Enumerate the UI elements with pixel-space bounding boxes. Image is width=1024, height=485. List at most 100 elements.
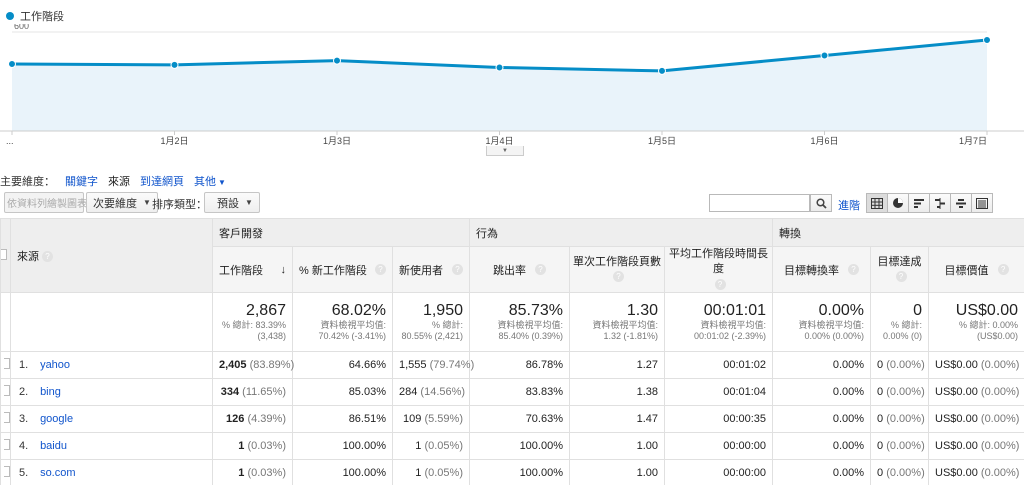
total-value: 1,950 xyxy=(422,302,463,319)
goals-pct: (0.00%) xyxy=(886,467,925,479)
row-checkbox-cell[interactable] xyxy=(0,459,11,485)
view-pivot-button[interactable] xyxy=(971,193,993,213)
source-link[interactable]: yahoo xyxy=(40,359,70,371)
plot-rows-button[interactable]: 依資料列繪製圖表 xyxy=(4,192,87,213)
header-new-users[interactable]: 新使用者? xyxy=(392,246,470,293)
conv-value: 0.00% xyxy=(832,467,865,479)
help-icon: ? xyxy=(895,271,907,283)
data-point[interactable] xyxy=(333,56,341,65)
row-checkbox-cell[interactable] xyxy=(0,351,11,379)
view-pie-button[interactable] xyxy=(887,193,909,213)
source-link[interactable]: google xyxy=(40,413,73,425)
header-goal-conversion-rate[interactable]: 目標轉換率? xyxy=(772,246,872,293)
new-users-pct: (5.59%) xyxy=(424,413,463,425)
view-performance-button[interactable] xyxy=(908,193,930,213)
goals-pct: (0.00%) xyxy=(886,359,925,371)
header-new-sessions[interactable]: % 新工作階段? xyxy=(292,246,393,293)
advanced-filter-link[interactable]: 進階 xyxy=(838,197,860,213)
header-bounce-rate-label: 跳出率 xyxy=(493,264,526,277)
conv-cell: 0.00% xyxy=(772,351,872,379)
sessions-value: 1 xyxy=(238,467,245,479)
row-checkbox-cell[interactable] xyxy=(0,405,11,433)
sessions-pct: (0.03%) xyxy=(247,440,286,452)
total-pages-per-session: 1.30 資料檢視平均值: 1.32 (-1.81%) xyxy=(569,292,665,352)
total-goal-conversion-rate: 0.00% 資料檢視平均值: 0.00% (0.00%) xyxy=(772,292,872,352)
goal-value: US$0.00 xyxy=(935,467,978,479)
sort-type-select[interactable]: 預設 ▼ xyxy=(204,192,260,213)
goal-value-pct: (0.00%) xyxy=(980,413,1020,425)
source-link[interactable]: baidu xyxy=(40,440,67,452)
group-acquisition: 客戶開發 xyxy=(212,218,470,247)
sort-type-label: 排序類型： xyxy=(152,199,207,211)
header-sessions[interactable]: 工作階段 ↓ xyxy=(212,246,293,293)
new-sessions-value: 86.51% xyxy=(348,413,386,425)
header-conv-label: 目標轉換率 xyxy=(784,264,840,277)
table-search-input[interactable] xyxy=(709,194,810,212)
data-point[interactable] xyxy=(658,66,666,75)
value-cell: US$0.00 (0.00%) xyxy=(928,432,1024,460)
total-sub: 85.40% (0.39%) xyxy=(498,331,563,341)
row-checkbox[interactable] xyxy=(4,358,10,369)
goals-pct: (0.00%) xyxy=(886,413,925,425)
dimension-source[interactable]: 來源 xyxy=(108,173,130,189)
bounce-value: 86.78% xyxy=(525,359,563,371)
dropdown-arrow-icon: ▼ xyxy=(245,198,253,207)
row-checkbox-cell[interactable] xyxy=(0,432,11,460)
header-avg-duration[interactable]: 平均工作階段時間長度? xyxy=(663,246,774,293)
total-value: US$0.00 xyxy=(955,302,1019,319)
goals-cell: 0 (0.00%) xyxy=(870,459,930,485)
view-term-cloud-button[interactable] xyxy=(950,193,972,213)
row-checkbox[interactable] xyxy=(4,439,10,450)
chart-collapse-toggle[interactable]: ▼ xyxy=(486,146,524,156)
sessions-cell: 126 (4.39%) xyxy=(212,405,293,433)
total-sub: % 總計: 83.39% xyxy=(221,320,286,330)
secondary-dimension-button[interactable]: 次要維度 ▼ xyxy=(86,192,158,213)
header-goal-completions[interactable]: 目標達成? xyxy=(870,246,930,293)
chart-legend: 工作階段 xyxy=(6,8,64,24)
x-tick-label: 1月6日 xyxy=(810,136,838,146)
dimension-landing-page[interactable]: 到達網頁 xyxy=(140,173,184,189)
row-index: 1. xyxy=(19,359,29,371)
view-comparison-button[interactable] xyxy=(929,193,951,213)
row-checkbox[interactable] xyxy=(4,412,10,423)
view-table-button[interactable] xyxy=(866,193,888,213)
total-sub: % 總計: xyxy=(431,320,463,330)
data-point[interactable] xyxy=(170,60,179,69)
x-tick-label: 1月5日 xyxy=(648,136,676,146)
data-point[interactable] xyxy=(983,36,991,45)
total-sessions: 2,867% 總計: 83.39% (3,438) xyxy=(212,292,293,352)
total-avg-duration: 00:01:01 資料檢視平均值: 00:01:02 (-2.39%) xyxy=(663,292,774,352)
table-toolbar: 依資料列繪製圖表 次要維度 ▼ 排序類型： 預設 ▼ 進階 xyxy=(0,192,1024,214)
source-link[interactable]: so.com xyxy=(40,467,75,479)
source-column-header[interactable]: 來源? xyxy=(10,218,213,293)
data-point[interactable] xyxy=(820,51,829,60)
header-pages-per-session[interactable]: 單次工作階段頁數? xyxy=(569,246,665,293)
sessions-value: 126 xyxy=(226,413,245,425)
total-goal-completions: 0% 總計: 0.00% (0) xyxy=(870,292,930,352)
new-users-cell: 1,555 (79.74%) xyxy=(392,351,474,379)
help-icon: ? xyxy=(42,251,53,263)
dimension-keyword[interactable]: 關鍵字 xyxy=(65,173,98,189)
row-checkbox[interactable] xyxy=(4,466,10,477)
row-checkbox-cell[interactable] xyxy=(0,378,11,406)
goal-value: US$0.00 xyxy=(935,440,978,452)
sessions-pct: (4.39%) xyxy=(247,413,286,425)
term-cloud-icon xyxy=(956,198,966,208)
primary-dimension-label: 主要維度： xyxy=(0,176,55,188)
search-button[interactable] xyxy=(810,194,832,212)
table-grid-icon xyxy=(871,197,883,209)
new-sessions-value: 64.66% xyxy=(348,359,386,371)
header-goal-value[interactable]: 目標價值? xyxy=(928,246,1024,293)
goal-value: US$0.00 xyxy=(935,359,978,371)
source-link[interactable]: bing xyxy=(40,386,61,398)
value-cell: US$0.00 (0.00%) xyxy=(928,405,1024,433)
comparison-icon xyxy=(935,197,945,209)
header-bounce-rate[interactable]: 跳出率? xyxy=(469,246,570,293)
pages-value: 1.38 xyxy=(636,386,658,398)
row-index: 3. xyxy=(19,413,29,425)
dimension-other[interactable]: 其他 ▼ xyxy=(194,173,226,189)
row-checkbox[interactable] xyxy=(4,385,10,396)
data-point[interactable] xyxy=(495,63,504,72)
duration-cell: 00:00:00 xyxy=(663,459,774,485)
data-point[interactable] xyxy=(8,60,16,69)
